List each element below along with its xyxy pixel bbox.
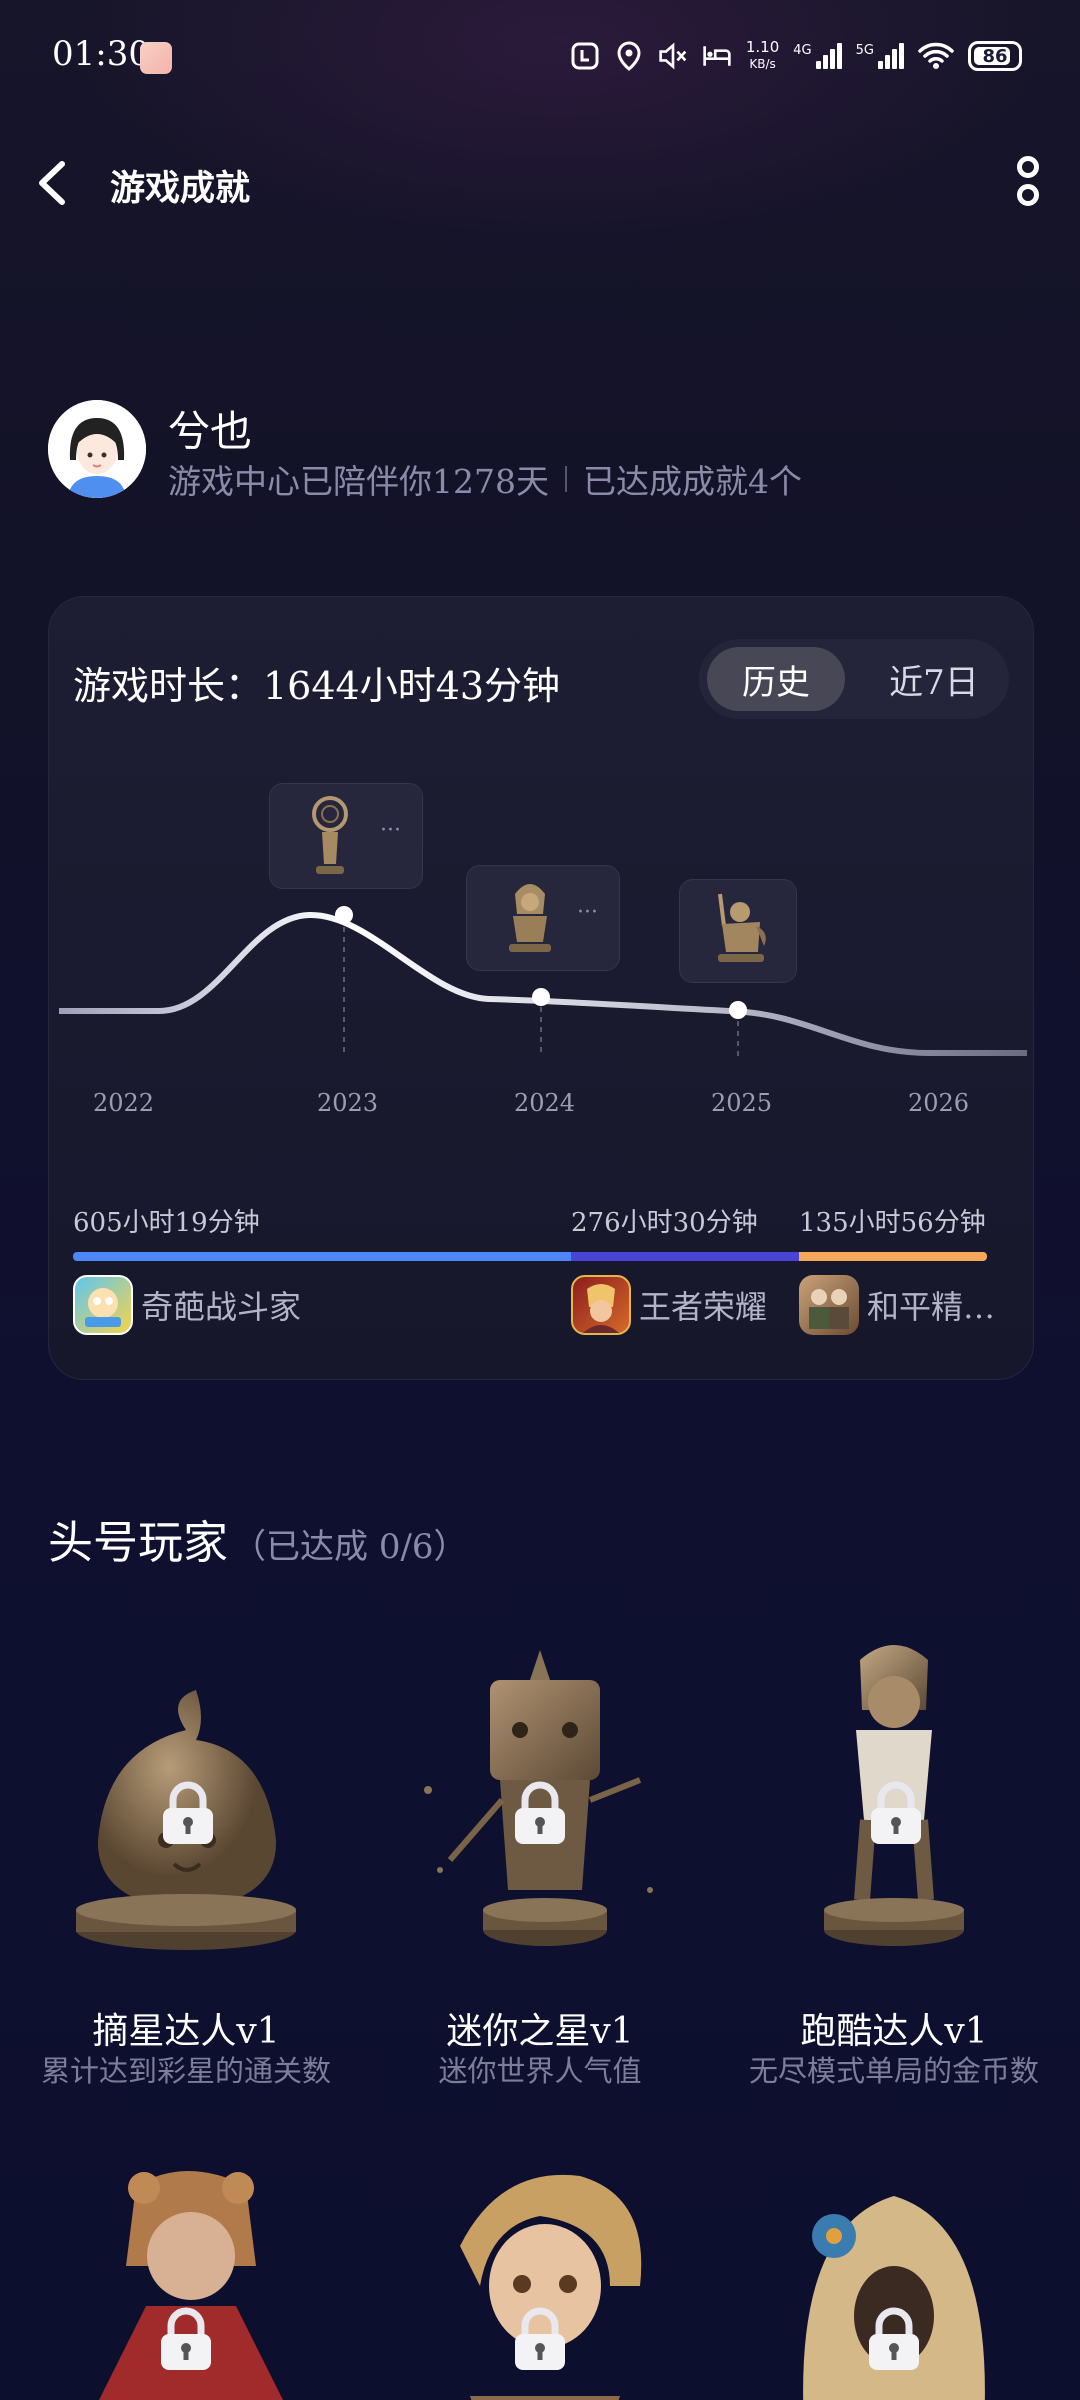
dreamcatcher-figure-icon: [312, 796, 348, 874]
wifi-icon: [918, 41, 954, 71]
game-name-2: 王者荣耀: [639, 1288, 768, 1326]
game-duration-2: 276小时30分钟: [571, 1208, 758, 1238]
achievement-1[interactable]: 摘星达人v1 累计达到彩星的通关数: [6, 1640, 366, 2100]
achievement-3[interactable]: 跑酷达人v1 无尽模式单局的金币数: [714, 1640, 1074, 2100]
chart-point-2024: [532, 988, 550, 1006]
hooded-warrior-figure-icon: [509, 884, 551, 952]
share-bar-2: [571, 1252, 799, 1261]
game-name-3: 和平精…: [867, 1288, 996, 1326]
achievement-4[interactable]: [56, 2166, 316, 2400]
avatar[interactable]: [48, 400, 146, 498]
chart-point-2023: [335, 906, 353, 924]
marker-more-2024: ···: [577, 900, 598, 925]
sleep-mode-icon: [702, 41, 732, 71]
achievement-name-3: 跑酷达人v1: [800, 2011, 988, 2052]
companion-days: 游戏中心已陪伴你1278天: [168, 462, 549, 501]
honor-of-kings-icon: [571, 1275, 631, 1335]
page-title: 游戏成就: [110, 169, 251, 209]
back-button[interactable]: [30, 150, 80, 216]
tab-history[interactable]: 历史: [707, 647, 845, 711]
signal-4g-icon: 4G: [793, 43, 842, 69]
lock-icon: [869, 2307, 919, 2370]
avatar-girl-icon: [48, 400, 146, 498]
game-item-1[interactable]: 奇葩战斗家: [73, 1275, 301, 1335]
more-options-button[interactable]: [1010, 156, 1046, 212]
more-dot-icon: [1017, 156, 1039, 178]
clock-icon: [570, 41, 600, 71]
location-icon: [614, 41, 644, 71]
chart-point-2025: [729, 1001, 747, 1019]
achievement-name-1: 摘星达人v1: [92, 2011, 280, 2052]
game-item-3[interactable]: 和平精…: [799, 1275, 995, 1335]
status-time: 01:30: [52, 34, 150, 74]
lock-icon: [515, 1781, 565, 1844]
tab-last-7-days[interactable]: 近7日: [869, 647, 999, 711]
chevron-left-icon: [39, 161, 65, 205]
game-item-2[interactable]: 王者荣耀: [571, 1275, 767, 1335]
x-tick-2025: 2025: [711, 1089, 773, 1117]
lock-icon: [161, 2307, 211, 2370]
username: 兮也: [168, 407, 253, 456]
share-bar-3: [799, 1252, 987, 1261]
achievement-name-2: 迷你之星v1: [446, 2011, 634, 2052]
peace-elite-icon: [799, 1275, 859, 1335]
armored-knight-figure-icon: [718, 893, 766, 962]
profile-stats: 游戏中心已陪伴你1278天 已达成成就4个: [168, 455, 802, 503]
divider: [564, 466, 567, 492]
lock-icon: [515, 2307, 565, 2370]
achievement-6[interactable]: [764, 2166, 1024, 2400]
more-dot-icon: [1017, 184, 1039, 206]
notification-app-icon: [140, 42, 172, 74]
achievement-desc-1: 累计达到彩星的通关数: [40, 2054, 331, 2088]
achievement-count: 已达成成就4个: [582, 462, 802, 501]
battery-icon: 86: [968, 41, 1022, 71]
marker-more-2023: ···: [380, 818, 401, 843]
qipa-game-icon: [73, 1275, 133, 1335]
status-bar: 01:30 1.10 KB/s 4G 5G 86: [0, 0, 1080, 112]
lock-icon: [871, 1781, 921, 1844]
signal-5g-icon: 5G: [856, 43, 904, 69]
marker-badge-2025[interactable]: [679, 879, 797, 983]
playtime-total: 游戏时长：1644小时43分钟: [73, 664, 561, 708]
playtime-card: 游戏时长：1644小时43分钟 历史 近7日 ··· ··· 2022 2023…: [48, 596, 1034, 1380]
share-bar-1: [73, 1252, 571, 1261]
game-duration-3: 135小时56分钟: [799, 1208, 986, 1238]
section-title: 头号玩家 （已达成 0/6）: [48, 1516, 468, 1569]
x-tick-2024: 2024: [514, 1089, 576, 1117]
game-name-1: 奇葩战斗家: [141, 1288, 302, 1326]
x-tick-2023: 2023: [317, 1089, 379, 1117]
marker-badge-2023[interactable]: ···: [269, 783, 423, 889]
lock-icon: [163, 1781, 213, 1844]
marker-badge-2024[interactable]: ···: [466, 865, 620, 971]
game-duration-1: 605小时19分钟: [73, 1208, 260, 1238]
achievement-desc-2: 迷你世界人气值: [438, 2054, 642, 2088]
achievement-desc-3: 无尽模式单局的金币数: [748, 2054, 1039, 2088]
mute-icon: [658, 41, 688, 71]
achievement-5[interactable]: [410, 2166, 670, 2400]
network-speed: 1.10 KB/s: [745, 38, 780, 72]
x-tick-2022: 2022: [93, 1089, 155, 1117]
x-tick-2026: 2026: [908, 1089, 970, 1117]
section-progress: （已达成 0/6）: [232, 1527, 468, 1567]
achievement-2[interactable]: 迷你之星v1 迷你世界人气值: [360, 1640, 720, 2100]
time-range-toggle: 历史 近7日: [699, 639, 1009, 719]
